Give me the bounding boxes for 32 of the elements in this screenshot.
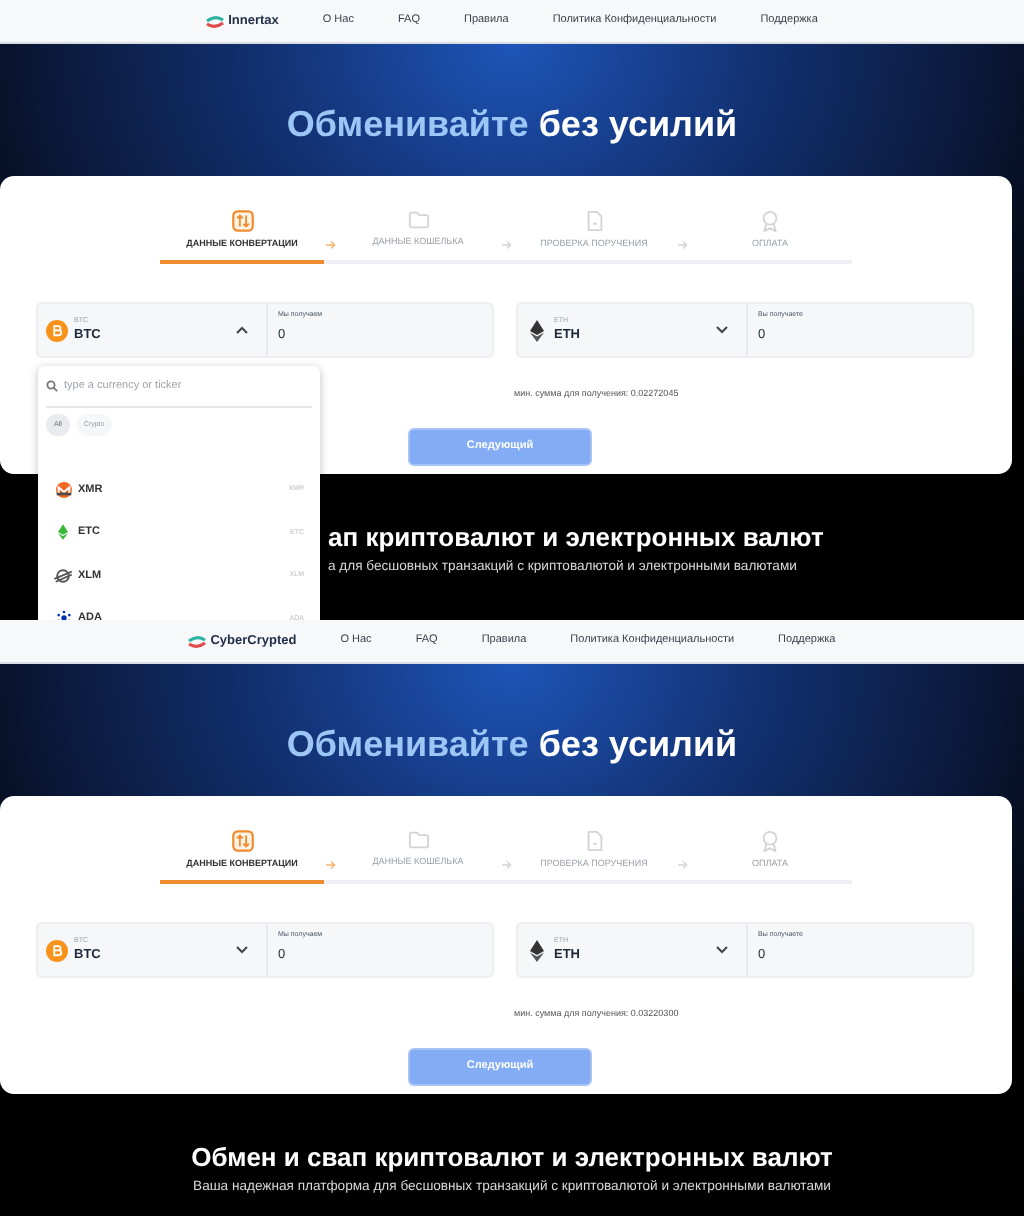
logo-icon <box>206 15 225 27</box>
document-icon <box>585 210 603 232</box>
folder-icon <box>407 830 429 850</box>
coin-icon <box>45 319 67 341</box>
section-heading: ап криптовалют и электронных валют <box>328 524 824 550</box>
coin-icon <box>55 481 71 498</box>
logo-icon <box>188 635 207 647</box>
diamond-icon <box>58 524 68 541</box>
arrow-icon <box>325 860 335 870</box>
diamond-icon <box>529 319 543 341</box>
chevron-icon[interactable] <box>716 326 728 334</box>
hero-title: Обменивайте без усилий <box>286 724 738 764</box>
section-heading: Обмен и свап криптовалют и электронных валют <box>191 1144 833 1170</box>
hero-title: Обменивайте без усилий <box>286 104 738 144</box>
swap-icon <box>231 830 253 852</box>
diamond-icon <box>529 939 543 961</box>
folder-icon <box>407 210 429 230</box>
swap-icon <box>231 210 253 232</box>
arrow-icon <box>501 860 511 870</box>
arrow-icon <box>325 240 335 250</box>
document-icon <box>585 830 603 852</box>
chevron-icon[interactable] <box>716 946 728 954</box>
chevron-icon[interactable] <box>236 326 248 334</box>
badge-icon <box>760 210 780 232</box>
rocket-icon <box>54 567 72 584</box>
arrow-icon <box>501 240 511 250</box>
arrow-icon <box>677 240 687 250</box>
coin-icon <box>45 939 67 961</box>
badge-icon <box>760 830 780 852</box>
arrow-icon <box>677 860 687 870</box>
search-icon <box>46 380 58 392</box>
chevron-icon[interactable] <box>236 946 248 954</box>
